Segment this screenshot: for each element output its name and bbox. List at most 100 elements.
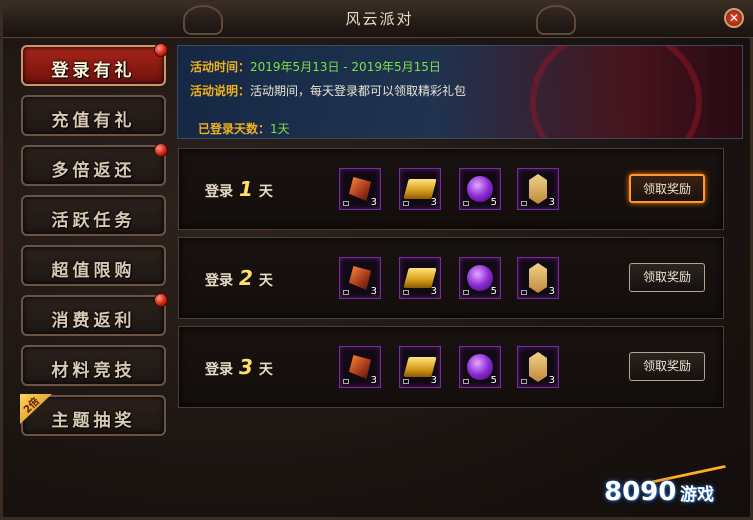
event-time-label: 活动时间： (190, 60, 251, 74)
shard-icon (349, 266, 371, 290)
sidebar-item-label: 材料竞技 (51, 361, 136, 381)
bound-lock-icon (403, 379, 409, 384)
sidebar-item-active-tasks[interactable]: 活跃任务 (21, 195, 166, 236)
notification-dot-icon (154, 43, 168, 57)
row-prefix: 登录 (205, 362, 233, 378)
row-suffix: 天 (258, 362, 273, 378)
item-count: 5 (490, 197, 497, 208)
sidebar-item-material-contest[interactable]: 材料竞技 (21, 345, 166, 386)
watermark-text: 游戏 (680, 485, 714, 505)
bound-lock-icon (463, 379, 469, 384)
reward-item-gold[interactable]: 3 (399, 168, 441, 210)
row-suffix: 天 (258, 273, 273, 289)
token-icon (529, 352, 547, 382)
claim-reward-button[interactable]: 领取奖励 (629, 352, 705, 381)
reward-item-shard[interactable]: 3 (339, 168, 381, 210)
reward-item-token[interactable]: 3 (517, 257, 559, 299)
login-days-value: 1天 (270, 122, 290, 136)
site-watermark: 8090 游戏 (604, 464, 736, 509)
row-day-number: 1 (239, 177, 253, 201)
banner-art-icon (530, 46, 702, 138)
close-button[interactable]: ✕ (724, 8, 744, 28)
row-day-number: 3 (239, 355, 253, 379)
bound-lock-icon (463, 201, 469, 206)
bound-lock-icon (521, 290, 527, 295)
reward-row: 登录 1 天 3 3 5 3 领取奖励 (178, 148, 724, 230)
event-desc-label: 活动说明： (190, 84, 251, 98)
reward-item-token[interactable]: 3 (517, 346, 559, 388)
bound-lock-icon (521, 379, 527, 384)
token-icon (529, 174, 547, 204)
sidebar-item-label: 活跃任务 (51, 211, 136, 231)
row-day-label: 登录 2 天 (205, 266, 273, 290)
event-window: 风云派对 ✕ 登录有礼 充值有礼 多倍返还 活跃任务 超值限购 消费返利 材料竞… (0, 0, 753, 520)
event-desc-value: 活动期间，每天登录都可以领取精彩礼包 (250, 84, 467, 98)
window-title: 风云派对 (345, 10, 414, 28)
reward-item-orb[interactable]: 5 (459, 346, 501, 388)
bound-lock-icon (403, 290, 409, 295)
sidebar-item-label: 主题抽奖 (51, 411, 136, 431)
gold-bar-icon (403, 179, 437, 199)
row-day-number: 2 (239, 266, 253, 290)
login-days-row: 已登录天数：1天 (198, 120, 290, 137)
bound-lock-icon (521, 201, 527, 206)
notification-dot-icon (154, 293, 168, 307)
claim-reward-button[interactable]: 领取奖励 (629, 263, 705, 292)
sidebar-item-login-gift[interactable]: 登录有礼 (21, 43, 168, 86)
login-days-label: 已登录天数： (198, 122, 271, 136)
sidebar-item-label: 多倍返还 (51, 161, 136, 181)
gold-bar-icon (403, 268, 437, 288)
event-desc-row: 活动说明：活动期间，每天登录都可以领取精彩礼包 (190, 82, 466, 99)
sidebar-item-limited-offer[interactable]: 超值限购 (21, 245, 166, 286)
item-count: 5 (490, 375, 497, 386)
item-count: 3 (430, 286, 437, 297)
item-count: 3 (430, 375, 437, 386)
reward-item-orb[interactable]: 5 (459, 257, 501, 299)
reward-item-orb[interactable]: 5 (459, 168, 501, 210)
reward-item-shard[interactable]: 3 (339, 346, 381, 388)
sidebar: 登录有礼 充值有礼 多倍返还 活跃任务 超值限购 消费返利 材料竞技 2倍 主题… (18, 43, 170, 445)
gold-bar-icon (403, 357, 437, 377)
claim-reward-button[interactable]: 领取奖励 (629, 174, 705, 203)
reward-item-shard[interactable]: 3 (339, 257, 381, 299)
watermark-number: 8090 (604, 477, 677, 507)
sidebar-item-recharge-gift[interactable]: 充值有礼 (21, 95, 166, 136)
event-banner: 活动时间：2019年5月13日 - 2019年5月15日 活动说明：活动期间，每… (177, 45, 743, 139)
sidebar-item-label: 消费返利 (51, 311, 136, 331)
purple-orb-icon (467, 176, 493, 202)
sidebar-item-multi-return[interactable]: 多倍返还 (21, 143, 168, 186)
sidebar-item-theme-lottery[interactable]: 2倍 主题抽奖 (20, 394, 166, 436)
bound-lock-icon (463, 290, 469, 295)
row-suffix: 天 (258, 184, 273, 200)
close-icon[interactable]: ✕ (729, 11, 739, 25)
item-count: 3 (430, 197, 437, 208)
shard-icon (349, 355, 371, 379)
purple-orb-icon (467, 265, 493, 291)
bound-lock-icon (343, 379, 349, 384)
item-count: 5 (490, 286, 497, 297)
bound-lock-icon (403, 201, 409, 206)
notification-dot-icon (154, 143, 168, 157)
event-time-value: 2019年5月13日 - 2019年5月15日 (250, 60, 441, 74)
row-prefix: 登录 (205, 184, 233, 200)
title-bar: 风云派对 ✕ (3, 3, 753, 38)
sidebar-item-spend-rebate[interactable]: 消费返利 (21, 293, 168, 336)
reward-item-gold[interactable]: 3 (399, 346, 441, 388)
sidebar-item-label: 充值有礼 (51, 111, 136, 131)
sidebar-item-label: 登录有礼 (51, 61, 136, 81)
row-day-label: 登录 1 天 (205, 177, 273, 201)
reward-item-token[interactable]: 3 (517, 168, 559, 210)
reward-row: 登录 3 天 3 3 5 3 领取奖励 (178, 326, 724, 408)
purple-orb-icon (467, 354, 493, 380)
reward-row: 登录 2 天 3 3 5 3 领取奖励 (178, 237, 724, 319)
bound-lock-icon (343, 201, 349, 206)
bound-lock-icon (343, 290, 349, 295)
item-count: 3 (370, 375, 377, 386)
row-prefix: 登录 (205, 273, 233, 289)
item-count: 3 (548, 286, 555, 297)
sidebar-item-label: 超值限购 (51, 261, 136, 281)
item-count: 3 (548, 375, 555, 386)
item-count: 3 (370, 197, 377, 208)
reward-item-gold[interactable]: 3 (399, 257, 441, 299)
item-count: 3 (548, 197, 555, 208)
